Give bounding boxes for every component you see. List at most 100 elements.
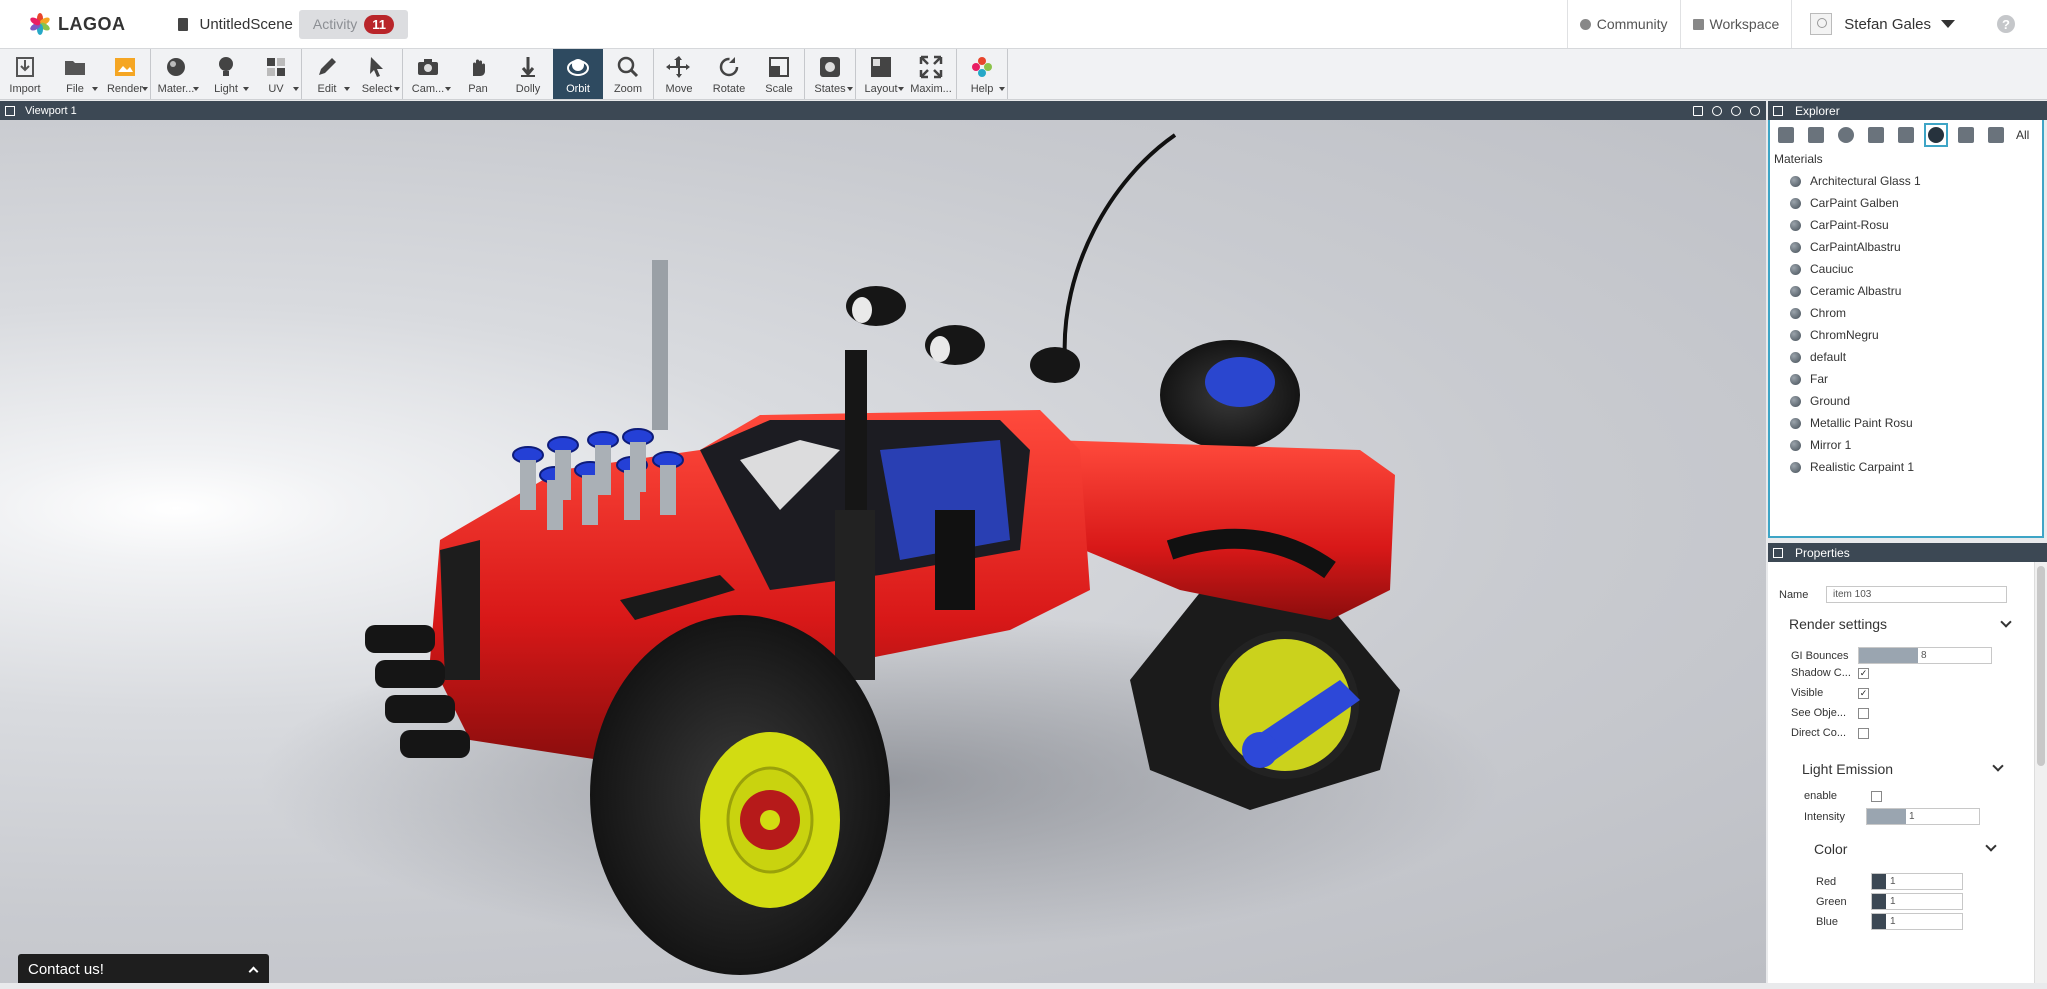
viewport-window-icon[interactable] — [5, 105, 15, 116]
shadow-checkbox[interactable]: ✓ — [1858, 667, 1869, 679]
dropdown-arrow-icon[interactable] — [243, 87, 249, 91]
zoom-button[interactable]: Zoom — [603, 49, 653, 99]
mater-button[interactable]: Mater... — [151, 49, 201, 99]
help-button[interactable]: Help — [957, 49, 1007, 99]
light-button[interactable]: Light — [201, 49, 251, 99]
dropdown-arrow-icon[interactable] — [898, 87, 904, 91]
viewport-gear-icon[interactable] — [1750, 105, 1760, 116]
select-button[interactable]: Select — [352, 49, 402, 99]
dropdown-arrow-icon[interactable] — [142, 87, 148, 91]
dolly-button[interactable]: Dolly — [503, 49, 553, 99]
material-item[interactable]: CarPaint Galben — [1790, 192, 2042, 214]
layout-button[interactable]: Layout — [856, 49, 906, 99]
app-logo[interactable]: LAGOA — [28, 12, 126, 36]
cam-button[interactable]: Cam... — [403, 49, 453, 99]
uv-button[interactable]: UV — [251, 49, 301, 99]
name-field[interactable]: item 103 — [1826, 586, 2007, 603]
workspace-link[interactable]: Workspace — [1679, 0, 1792, 48]
material-item[interactable]: CarPaintAlbastru — [1790, 236, 2042, 258]
intensity-slider[interactable]: 1 — [1866, 808, 1980, 825]
dropdown-arrow-icon[interactable] — [344, 87, 350, 91]
viewport-image-icon[interactable] — [1693, 105, 1703, 116]
see-objects-checkbox[interactable] — [1858, 707, 1869, 719]
scrollbar-thumb[interactable] — [2037, 566, 2045, 766]
community-link[interactable]: Community — [1566, 0, 1680, 48]
material-name: Metallic Paint Rosu — [1810, 416, 1913, 430]
material-item[interactable]: Realistic Carpaint 1 — [1790, 456, 2042, 478]
direct-checkbox[interactable] — [1858, 727, 1869, 739]
dropdown-arrow-icon[interactable] — [92, 87, 98, 91]
render-settings-header[interactable]: Render settings — [1789, 616, 2019, 632]
dropdown-arrow-icon[interactable] — [293, 87, 299, 91]
render-button[interactable]: Render — [100, 49, 150, 99]
material-item[interactable]: CarPaint-Rosu — [1790, 214, 2042, 236]
visible-checkbox[interactable]: ✓ — [1858, 687, 1869, 699]
material-name: Far — [1810, 372, 1828, 386]
color-header[interactable]: Color — [1814, 840, 2004, 857]
activity-button[interactable]: Activity 11 — [298, 9, 408, 39]
filter-scene-icon[interactable] — [1774, 123, 1798, 147]
chevron-up-icon[interactable] — [248, 966, 259, 977]
material-item[interactable]: Far — [1790, 368, 2042, 390]
file-button[interactable]: File — [50, 49, 100, 99]
material-item[interactable]: Mirror 1 — [1790, 434, 2042, 456]
material-item[interactable]: Architectural Glass 1 — [1790, 170, 2042, 192]
avatar — [1810, 13, 1833, 35]
move-button[interactable]: Move — [654, 49, 704, 99]
toolbar-group: States — [805, 49, 856, 99]
filter-camera-icon[interactable] — [1804, 123, 1828, 147]
filter-uv-icon[interactable] — [1984, 123, 2008, 147]
dropdown-arrow-icon[interactable] — [193, 87, 199, 91]
explorer-panel: All Materials Architectural Glass 1 CarPa… — [1768, 120, 2044, 538]
edit-label: Edit — [317, 83, 337, 95]
maxim-button[interactable]: Maxim... — [906, 49, 956, 99]
hand-icon — [473, 59, 485, 76]
viewport-eye-icon[interactable] — [1712, 105, 1722, 116]
material-item[interactable]: Ceramic Albastru — [1790, 280, 2042, 302]
viewport[interactable]: Viewport 1 Contact us! — [0, 101, 1766, 983]
light-icon — [219, 57, 233, 76]
chevron-down-icon — [1985, 840, 1997, 852]
orbit-button[interactable]: Orbit — [553, 49, 603, 99]
dropdown-arrow-icon[interactable] — [394, 87, 400, 91]
scale-button[interactable]: Scale — [754, 49, 804, 99]
visible-label: Visible — [1791, 687, 1824, 699]
filter-texture-icon[interactable] — [1954, 123, 1978, 147]
help-icon[interactable]: ? — [1997, 15, 2015, 33]
pencil-icon — [319, 58, 336, 75]
filter-light-icon[interactable] — [1834, 123, 1858, 147]
material-sphere-icon — [1790, 219, 1801, 231]
material-item[interactable]: default — [1790, 346, 2042, 368]
edit-button[interactable]: Edit — [302, 49, 352, 99]
explorer-window-icon[interactable] — [1773, 105, 1783, 116]
light-emission-header[interactable]: Light Emission — [1802, 760, 2014, 777]
material-item[interactable]: Ground — [1790, 390, 2042, 412]
contact-us-bar[interactable]: Contact us! — [18, 954, 269, 983]
explorer-filter-bar: All — [1770, 122, 2042, 148]
dropdown-arrow-icon[interactable] — [999, 87, 1005, 91]
enable-checkbox[interactable] — [1871, 790, 1882, 802]
green-field[interactable]: 1 — [1871, 893, 1963, 910]
properties-scrollbar[interactable] — [2034, 562, 2047, 983]
states-button[interactable]: States — [805, 49, 855, 99]
material-item[interactable]: ChromNegru — [1790, 324, 2042, 346]
scene-name[interactable]: UntitledScene — [177, 16, 293, 33]
properties-window-icon[interactable] — [1773, 547, 1783, 558]
red-field[interactable]: 1 — [1871, 873, 1963, 890]
viewport-sun-icon[interactable] — [1731, 105, 1741, 116]
filter-object-icon[interactable] — [1864, 123, 1888, 147]
rotate-button[interactable]: Rotate — [704, 49, 754, 99]
material-item[interactable]: Cauciuc — [1790, 258, 2042, 280]
filter-group-icon[interactable] — [1894, 123, 1918, 147]
import-button[interactable]: Import — [0, 49, 50, 99]
filter-material-icon[interactable] — [1924, 123, 1948, 147]
material-item[interactable]: Chrom — [1790, 302, 2042, 324]
blue-field[interactable]: 1 — [1871, 913, 1963, 930]
dropdown-arrow-icon[interactable] — [445, 87, 451, 91]
pan-button[interactable]: Pan — [453, 49, 503, 99]
material-item[interactable]: Metallic Paint Rosu — [1790, 412, 2042, 434]
gi-bounces-slider[interactable]: 8 — [1858, 647, 1992, 664]
dropdown-arrow-icon[interactable] — [847, 87, 853, 91]
filter-all[interactable]: All — [2016, 128, 2029, 142]
user-menu[interactable]: Stefan Gales — [1791, 0, 1975, 48]
